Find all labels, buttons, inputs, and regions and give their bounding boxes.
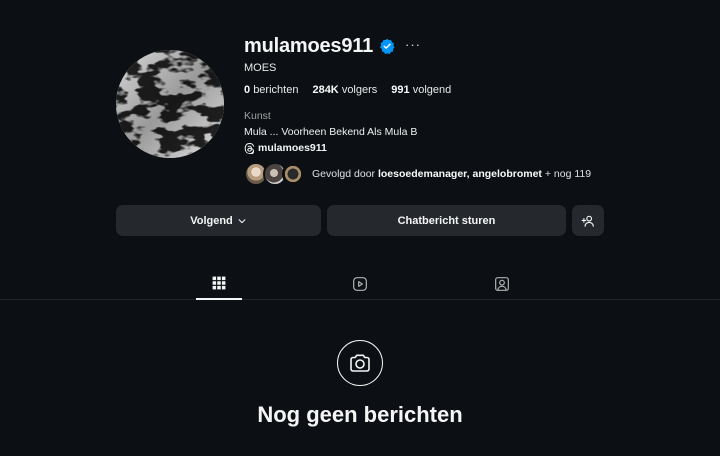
bio-text: Mula ... Voorheen Bekend Als Mula B: [244, 126, 418, 138]
chevron-down-icon: [238, 218, 246, 223]
threads-handle: mulamoes911: [258, 142, 327, 154]
profile-actions: Volgend Chatbericht sturen: [116, 205, 604, 236]
verified-badge-icon: [380, 38, 395, 54]
tab-posts[interactable]: [196, 268, 242, 300]
tab-tagged[interactable]: [479, 268, 525, 299]
reels-icon: [353, 276, 367, 291]
follower-avatars: [244, 162, 306, 186]
empty-state: Nog geen berichten: [0, 340, 720, 428]
more-options-button[interactable]: ···: [405, 38, 421, 51]
full-name: MOES: [244, 62, 277, 74]
threads-link[interactable]: mulamoes911: [244, 142, 684, 154]
following-button-label: Volgend: [190, 214, 233, 227]
posts-stat: 0 berichten: [244, 84, 299, 96]
profile-info: mulamoes911 ··· MOES 0 berichten 284K vo…: [244, 34, 684, 186]
avatar-image: [116, 50, 224, 158]
camera-icon: [337, 340, 383, 386]
profile-stats: 0 berichten 284K volgers 991 volgend: [244, 84, 684, 96]
tagged-icon: [495, 276, 509, 291]
empty-state-title: Nog geen berichten: [257, 402, 463, 427]
send-message-label: Chatbericht sturen: [397, 214, 496, 227]
followed-by[interactable]: Gevolgd door loesoedemanager, angelobrom…: [244, 162, 684, 186]
following-button[interactable]: Volgend: [116, 205, 321, 236]
profile-tabs: [0, 268, 720, 300]
category-label: Kunst: [244, 110, 271, 122]
username-row: mulamoes911 ···: [244, 34, 684, 58]
followed-by-text: Gevolgd door loesoedemanager, angelobrom…: [312, 168, 592, 180]
add-person-icon: [581, 215, 594, 227]
send-message-button[interactable]: Chatbericht sturen: [327, 205, 566, 236]
follower-avatar: [282, 162, 304, 186]
profile-avatar[interactable]: [116, 50, 224, 158]
threads-icon: [244, 142, 255, 154]
tab-reels[interactable]: [337, 268, 383, 299]
username: mulamoes911: [244, 34, 373, 57]
following-stat[interactable]: 991 volgend: [391, 84, 451, 96]
followed-by-names: loesoedemanager, angelobromet: [377, 168, 542, 180]
suggested-users-button[interactable]: [572, 205, 604, 236]
followers-stat[interactable]: 284K volgers: [312, 84, 377, 96]
grid-icon: [212, 276, 226, 290]
